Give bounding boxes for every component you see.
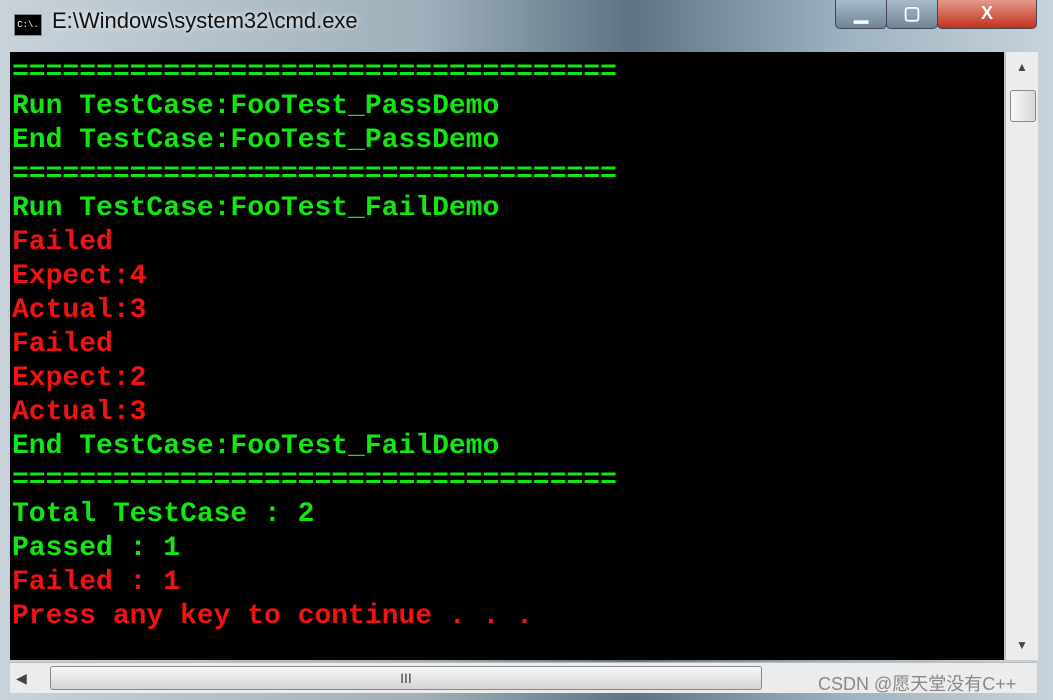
minimize-button[interactable]: ▁ xyxy=(835,0,887,29)
close-button[interactable]: X xyxy=(937,0,1037,29)
console-line: Run TestCase:FooTest_FailDemo xyxy=(12,193,500,224)
console-line: ==================================== xyxy=(12,57,617,88)
scroll-down-button[interactable]: ▼ xyxy=(1006,630,1038,660)
console-line: Press any key to continue . . . xyxy=(12,601,533,632)
scroll-left-button[interactable]: ◀ xyxy=(16,663,27,693)
vertical-scrollbar[interactable]: ▲ ▼ xyxy=(1005,52,1038,660)
console-line: ==================================== xyxy=(12,465,617,496)
console-line: Failed : 1 xyxy=(12,567,181,598)
vertical-scroll-thumb[interactable] xyxy=(1010,90,1036,122)
title-bar[interactable]: C:\. E:\Windows\system32\cmd.exe ▁ ▢ X xyxy=(0,0,1053,48)
console-line: Actual:3 xyxy=(12,295,147,326)
console-line: Run TestCase:FooTest_PassDemo xyxy=(12,91,500,122)
console-line: Passed : 1 xyxy=(12,533,181,564)
console-line: Failed xyxy=(12,329,113,360)
console-line: End TestCase:FooTest_FailDemo xyxy=(12,431,500,462)
maximize-button[interactable]: ▢ xyxy=(886,0,938,29)
console-line: Expect:2 xyxy=(12,363,147,394)
watermark: CSDN @愿天堂没有C++ xyxy=(818,674,1017,694)
scroll-up-button[interactable]: ▲ xyxy=(1006,52,1038,82)
console-line: Actual:3 xyxy=(12,397,147,428)
console-line: ==================================== xyxy=(12,159,617,190)
window-title: E:\Windows\system32\cmd.exe xyxy=(52,8,358,33)
console-line: Failed xyxy=(12,227,113,258)
console-line: Total TestCase : 2 xyxy=(12,499,315,530)
cmd-app-icon[interactable]: C:\. xyxy=(14,14,42,36)
horizontal-scroll-thumb[interactable]: III xyxy=(50,666,762,690)
console-line: Expect:4 xyxy=(12,261,147,292)
window-frame: C:\. E:\Windows\system32\cmd.exe ▁ ▢ X =… xyxy=(0,0,1053,700)
console-line: End TestCase:FooTest_PassDemo xyxy=(12,125,500,156)
console-lines: ==================================== Run … xyxy=(10,55,617,633)
console-output[interactable]: ==================================== Run … xyxy=(10,52,1004,660)
